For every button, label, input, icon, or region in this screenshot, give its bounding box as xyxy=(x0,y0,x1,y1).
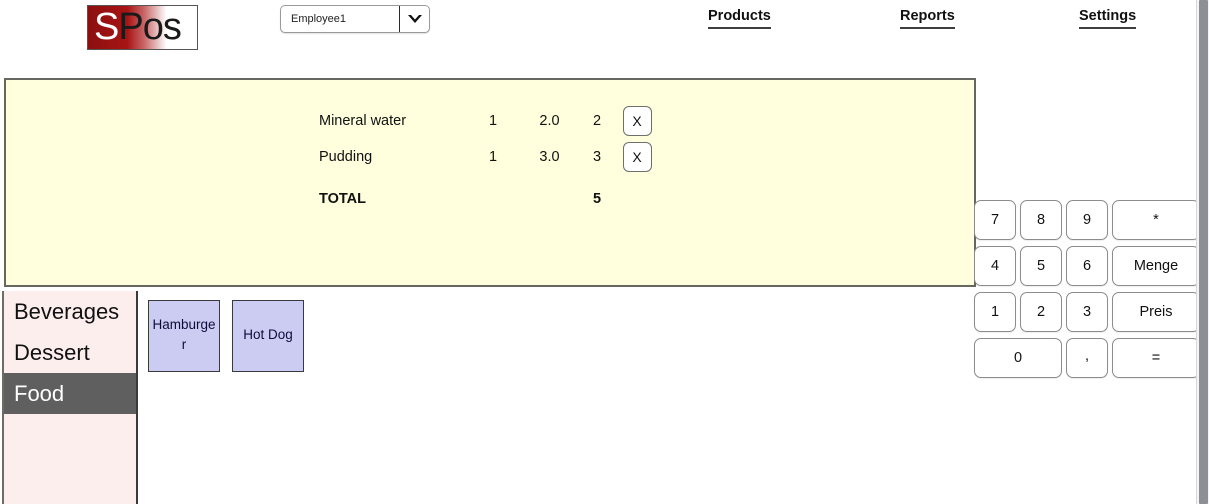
key-equals[interactable]: = xyxy=(1112,338,1200,378)
receipt-item-sum: 3 xyxy=(592,149,602,165)
receipt-total-spacer-price xyxy=(522,175,577,211)
product-button-hot-dog[interactable]: Hot Dog xyxy=(232,300,304,372)
receipt-item-price: 2.0 xyxy=(539,113,560,129)
product-grid: Hamburger Hot Dog xyxy=(140,291,976,504)
receipt-item-quantity: 1 xyxy=(488,149,498,165)
logo-letter-s: S xyxy=(94,6,119,48)
nav-link-products[interactable]: Products xyxy=(708,8,771,29)
key-3[interactable]: 3 xyxy=(1066,292,1108,332)
key-preis[interactable]: Preis xyxy=(1112,292,1200,332)
receipt-item-delete-cell: X xyxy=(617,103,657,139)
key-2[interactable]: 2 xyxy=(1020,292,1062,332)
key-9[interactable]: 9 xyxy=(1066,200,1108,240)
key-5[interactable]: 5 xyxy=(1020,246,1062,286)
logo-letters-pos: Pos xyxy=(118,6,181,48)
table-row: Pudding 1 3.0 3 X xyxy=(319,139,657,175)
table-row: Mineral water 1 2.0 2 X xyxy=(319,103,657,139)
sidebar-item-beverages[interactable]: Beverages xyxy=(4,291,136,332)
receipt-panel: Mineral water 1 2.0 2 X Pudding 1 3.0 3 … xyxy=(4,78,976,287)
pos-application: SPos Employee1 Products Reports Settings… xyxy=(0,0,1209,504)
receipt-item-name: Pudding xyxy=(319,149,373,165)
category-sidebar: Beverages Dessert Food xyxy=(2,291,138,504)
receipt-item-quantity: 1 xyxy=(488,113,498,129)
key-0[interactable]: 0 xyxy=(974,338,1062,378)
key-7[interactable]: 7 xyxy=(974,200,1016,240)
key-asterisk[interactable]: * xyxy=(1112,200,1200,240)
sidebar-item-dessert[interactable]: Dessert xyxy=(4,332,136,373)
key-6[interactable]: 6 xyxy=(1066,246,1108,286)
receipt-item-price: 3.0 xyxy=(539,149,560,165)
sidebar-item-food[interactable]: Food xyxy=(4,373,136,414)
delete-item-button[interactable]: X xyxy=(622,142,652,172)
page-scrollbar-thumb[interactable] xyxy=(1199,0,1208,504)
receipt-total-row: TOTAL 5 xyxy=(319,175,657,211)
page-scrollbar[interactable] xyxy=(1196,0,1209,504)
key-4[interactable]: 4 xyxy=(974,246,1016,286)
chevron-down-icon[interactable] xyxy=(399,6,429,32)
logo-text: SPos xyxy=(94,6,182,49)
nav-link-reports[interactable]: Reports xyxy=(900,8,955,29)
receipt-total-spacer-qty xyxy=(464,175,522,211)
app-logo: SPos xyxy=(87,5,198,50)
receipt-total-value: 5 xyxy=(592,191,602,207)
delete-item-button[interactable]: X xyxy=(622,106,652,136)
employee-select-value: Employee1 xyxy=(291,13,347,25)
receipt-total-spacer-del xyxy=(617,175,657,211)
key-1[interactable]: 1 xyxy=(974,292,1016,332)
receipt-item-sum: 2 xyxy=(592,113,602,129)
key-menge[interactable]: Menge xyxy=(1112,246,1200,286)
product-button-hamburger[interactable]: Hamburger xyxy=(148,300,220,372)
key-8[interactable]: 8 xyxy=(1020,200,1062,240)
app-header: SPos Employee1 Products Reports Settings xyxy=(0,0,1196,62)
receipt-item-delete-cell: X xyxy=(617,139,657,175)
numeric-keypad: 7 8 9 * 4 5 6 Menge 1 2 3 Preis 0 , = xyxy=(974,200,1202,382)
receipt-total-label: TOTAL xyxy=(319,191,366,207)
receipt-table: Mineral water 1 2.0 2 X Pudding 1 3.0 3 … xyxy=(319,103,657,211)
nav-link-settings[interactable]: Settings xyxy=(1079,8,1137,29)
key-comma[interactable]: , xyxy=(1066,338,1108,378)
employee-select[interactable]: Employee1 xyxy=(280,5,430,33)
receipt-item-name: Mineral water xyxy=(319,113,407,129)
